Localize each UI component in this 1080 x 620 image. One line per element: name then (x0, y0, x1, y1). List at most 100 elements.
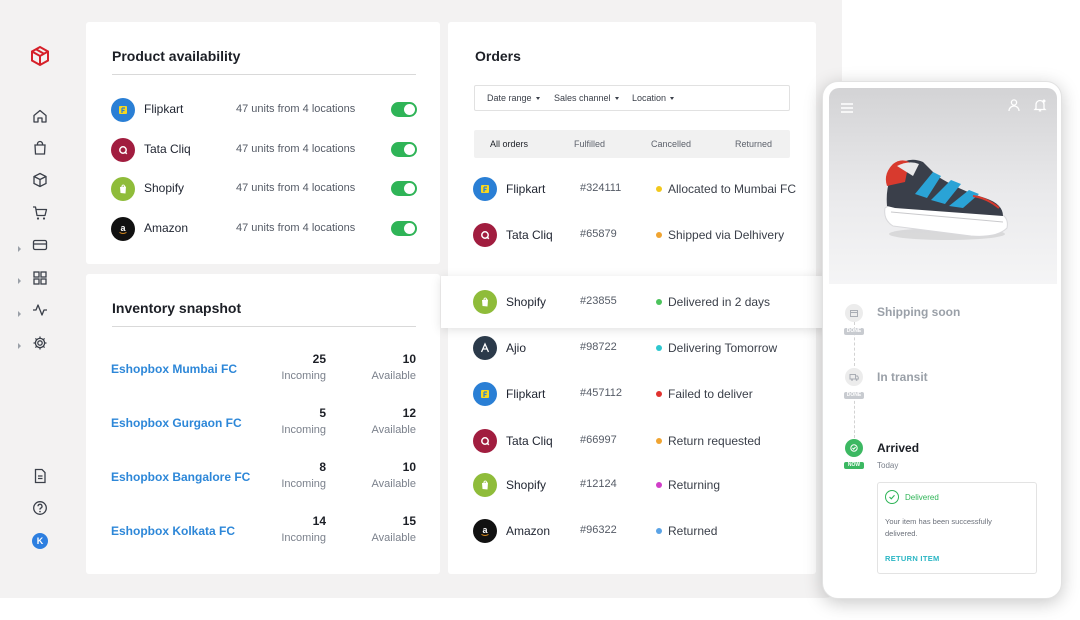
availability-row: a Amazon 47 units from 4 locations (86, 214, 440, 244)
bell-notification-icon[interactable] (1033, 98, 1047, 112)
step-tag: DONE (844, 392, 864, 399)
phone-tracking-mockup: DONE Shipping soon DONE In transit NOW A… (822, 81, 1062, 599)
svg-text:a: a (120, 223, 126, 233)
timeline-connector (854, 396, 855, 438)
divider (112, 326, 416, 327)
card-title: Inventory snapshot (112, 300, 242, 316)
order-id: #65879 (580, 228, 617, 240)
tatacliq-logo-icon (473, 223, 497, 247)
amazon-logo-icon: a (111, 217, 135, 241)
incoming-label: Incoming (281, 424, 326, 436)
order-channel: Shopify (506, 478, 547, 492)
tab-returned[interactable]: Returned (735, 139, 772, 149)
channel-name: Amazon (144, 221, 189, 235)
delivered-message: Your item has been successfully delivere… (885, 517, 992, 538)
activity-pulse-icon[interactable] (28, 298, 52, 322)
availability-row: Shopify 47 units from 4 locations (86, 174, 440, 204)
order-channel: Tata Cliq (506, 434, 553, 448)
tab-cancelled[interactable]: Cancelled (651, 139, 691, 149)
step-tag: DONE (844, 328, 864, 335)
status-dot (656, 345, 662, 351)
availability-toggle[interactable] (391, 221, 417, 236)
order-row[interactable]: Tata Cliq #66997 Return requested (448, 418, 818, 464)
order-row[interactable]: Shopify #12124 Returning (448, 462, 818, 508)
sales-channel-filter[interactable]: Sales channel (554, 93, 619, 103)
availability-toggle[interactable] (391, 181, 417, 196)
shopping-cart-icon[interactable] (28, 201, 52, 225)
order-id: #457112 (580, 387, 623, 399)
incoming-count: 25 (312, 352, 326, 366)
status-dot (656, 391, 662, 397)
svg-text:a: a (482, 525, 488, 535)
location-link[interactable]: Eshopbox Kolkata FC (111, 524, 235, 538)
avatar-initial: K (32, 533, 48, 549)
card-title: Product availability (112, 48, 241, 64)
dashboard-app: K Product availability Flipkart 47 units… (0, 0, 842, 598)
order-row[interactable]: Flipkart #457112 Failed to deliver (448, 371, 818, 417)
package-box-icon[interactable] (28, 168, 52, 192)
order-tabs: All orders Fulfilled Cancelled Returned (474, 130, 790, 158)
availability-toggle[interactable] (391, 142, 417, 157)
order-row[interactable]: Flipkart #324111 Allocated to Mumbai FC (448, 166, 818, 212)
menu-icon[interactable] (841, 100, 853, 113)
available-label: Available (371, 532, 416, 544)
availability-toggle[interactable] (391, 102, 417, 117)
order-id: #66997 (580, 434, 617, 446)
status-dot (656, 232, 662, 238)
truck-step-icon (845, 368, 863, 386)
order-row[interactable]: Ajio #98722 Delivering Tomorrow (448, 325, 818, 371)
channel-name: Flipkart (144, 102, 184, 116)
location-link[interactable]: Eshopbox Gurgaon FC (111, 416, 242, 430)
incoming-label: Incoming (281, 478, 326, 490)
order-row[interactable]: a Amazon #96322 Returned (448, 508, 818, 554)
order-row-highlighted[interactable]: Shopify #23855 Delivered in 2 days (441, 276, 825, 328)
shopify-logo-icon (473, 290, 497, 314)
divider (112, 74, 416, 75)
order-status: Delivering Tomorrow (668, 341, 778, 355)
brand-logo-icon[interactable] (28, 44, 52, 68)
grid-apps-icon[interactable] (28, 266, 52, 290)
return-item-button[interactable]: RETURN ITEM (885, 554, 940, 563)
sidebar: K (0, 0, 80, 598)
user-avatar[interactable]: K (28, 529, 52, 553)
tab-all-orders[interactable]: All orders (490, 139, 528, 149)
chevron-right-icon[interactable] (15, 338, 23, 349)
home-icon[interactable] (28, 104, 52, 128)
user-icon[interactable] (1007, 98, 1021, 112)
shopping-bag-icon[interactable] (28, 136, 52, 160)
inventory-row: Eshopbox Bangalore FC 8 Incoming 10 Avai… (86, 460, 440, 500)
document-icon[interactable] (28, 464, 52, 488)
chevron-right-icon[interactable] (15, 273, 23, 284)
order-row[interactable]: Tata Cliq #65879 Shipped via Delhivery (448, 212, 818, 258)
filter-bar: Date range Sales channel Location (474, 85, 790, 111)
status-dot (656, 186, 662, 192)
order-status: Returning (668, 478, 721, 492)
location-link[interactable]: Eshopbox Mumbai FC (111, 362, 237, 376)
available-label: Available (371, 424, 416, 436)
order-status: Return requested (668, 434, 761, 448)
incoming-label: Incoming (281, 370, 326, 382)
units-text: 47 units from 4 locations (236, 143, 356, 155)
step-subtitle: Today (877, 461, 899, 470)
available-count: 15 (402, 514, 416, 528)
shopify-logo-icon (473, 473, 497, 497)
delivered-card: Delivered Your item has been successfull… (877, 482, 1037, 574)
date-range-filter[interactable]: Date range (487, 93, 540, 103)
location-link[interactable]: Eshopbox Bangalore FC (111, 470, 250, 484)
order-status: Delivered in 2 days (668, 295, 771, 309)
order-channel: Tata Cliq (506, 228, 553, 242)
help-circle-icon[interactable] (28, 496, 52, 520)
arrived-step-icon (845, 439, 863, 457)
tab-fulfilled[interactable]: Fulfilled (574, 139, 605, 149)
channel-name: Tata Cliq (144, 142, 191, 156)
product-hero (829, 88, 1057, 284)
credit-card-icon[interactable] (28, 233, 52, 257)
inventory-row: Eshopbox Gurgaon FC 5 Incoming 12 Availa… (86, 406, 440, 446)
inventory-snapshot-card: Inventory snapshot Eshopbox Mumbai FC 25… (86, 274, 440, 574)
step-title: In transit (877, 370, 928, 384)
settings-gear-icon[interactable] (28, 331, 52, 355)
location-filter[interactable]: Location (632, 93, 674, 103)
chevron-right-icon[interactable] (15, 306, 23, 317)
order-channel: Shopify (506, 295, 547, 309)
chevron-right-icon[interactable] (15, 241, 23, 252)
